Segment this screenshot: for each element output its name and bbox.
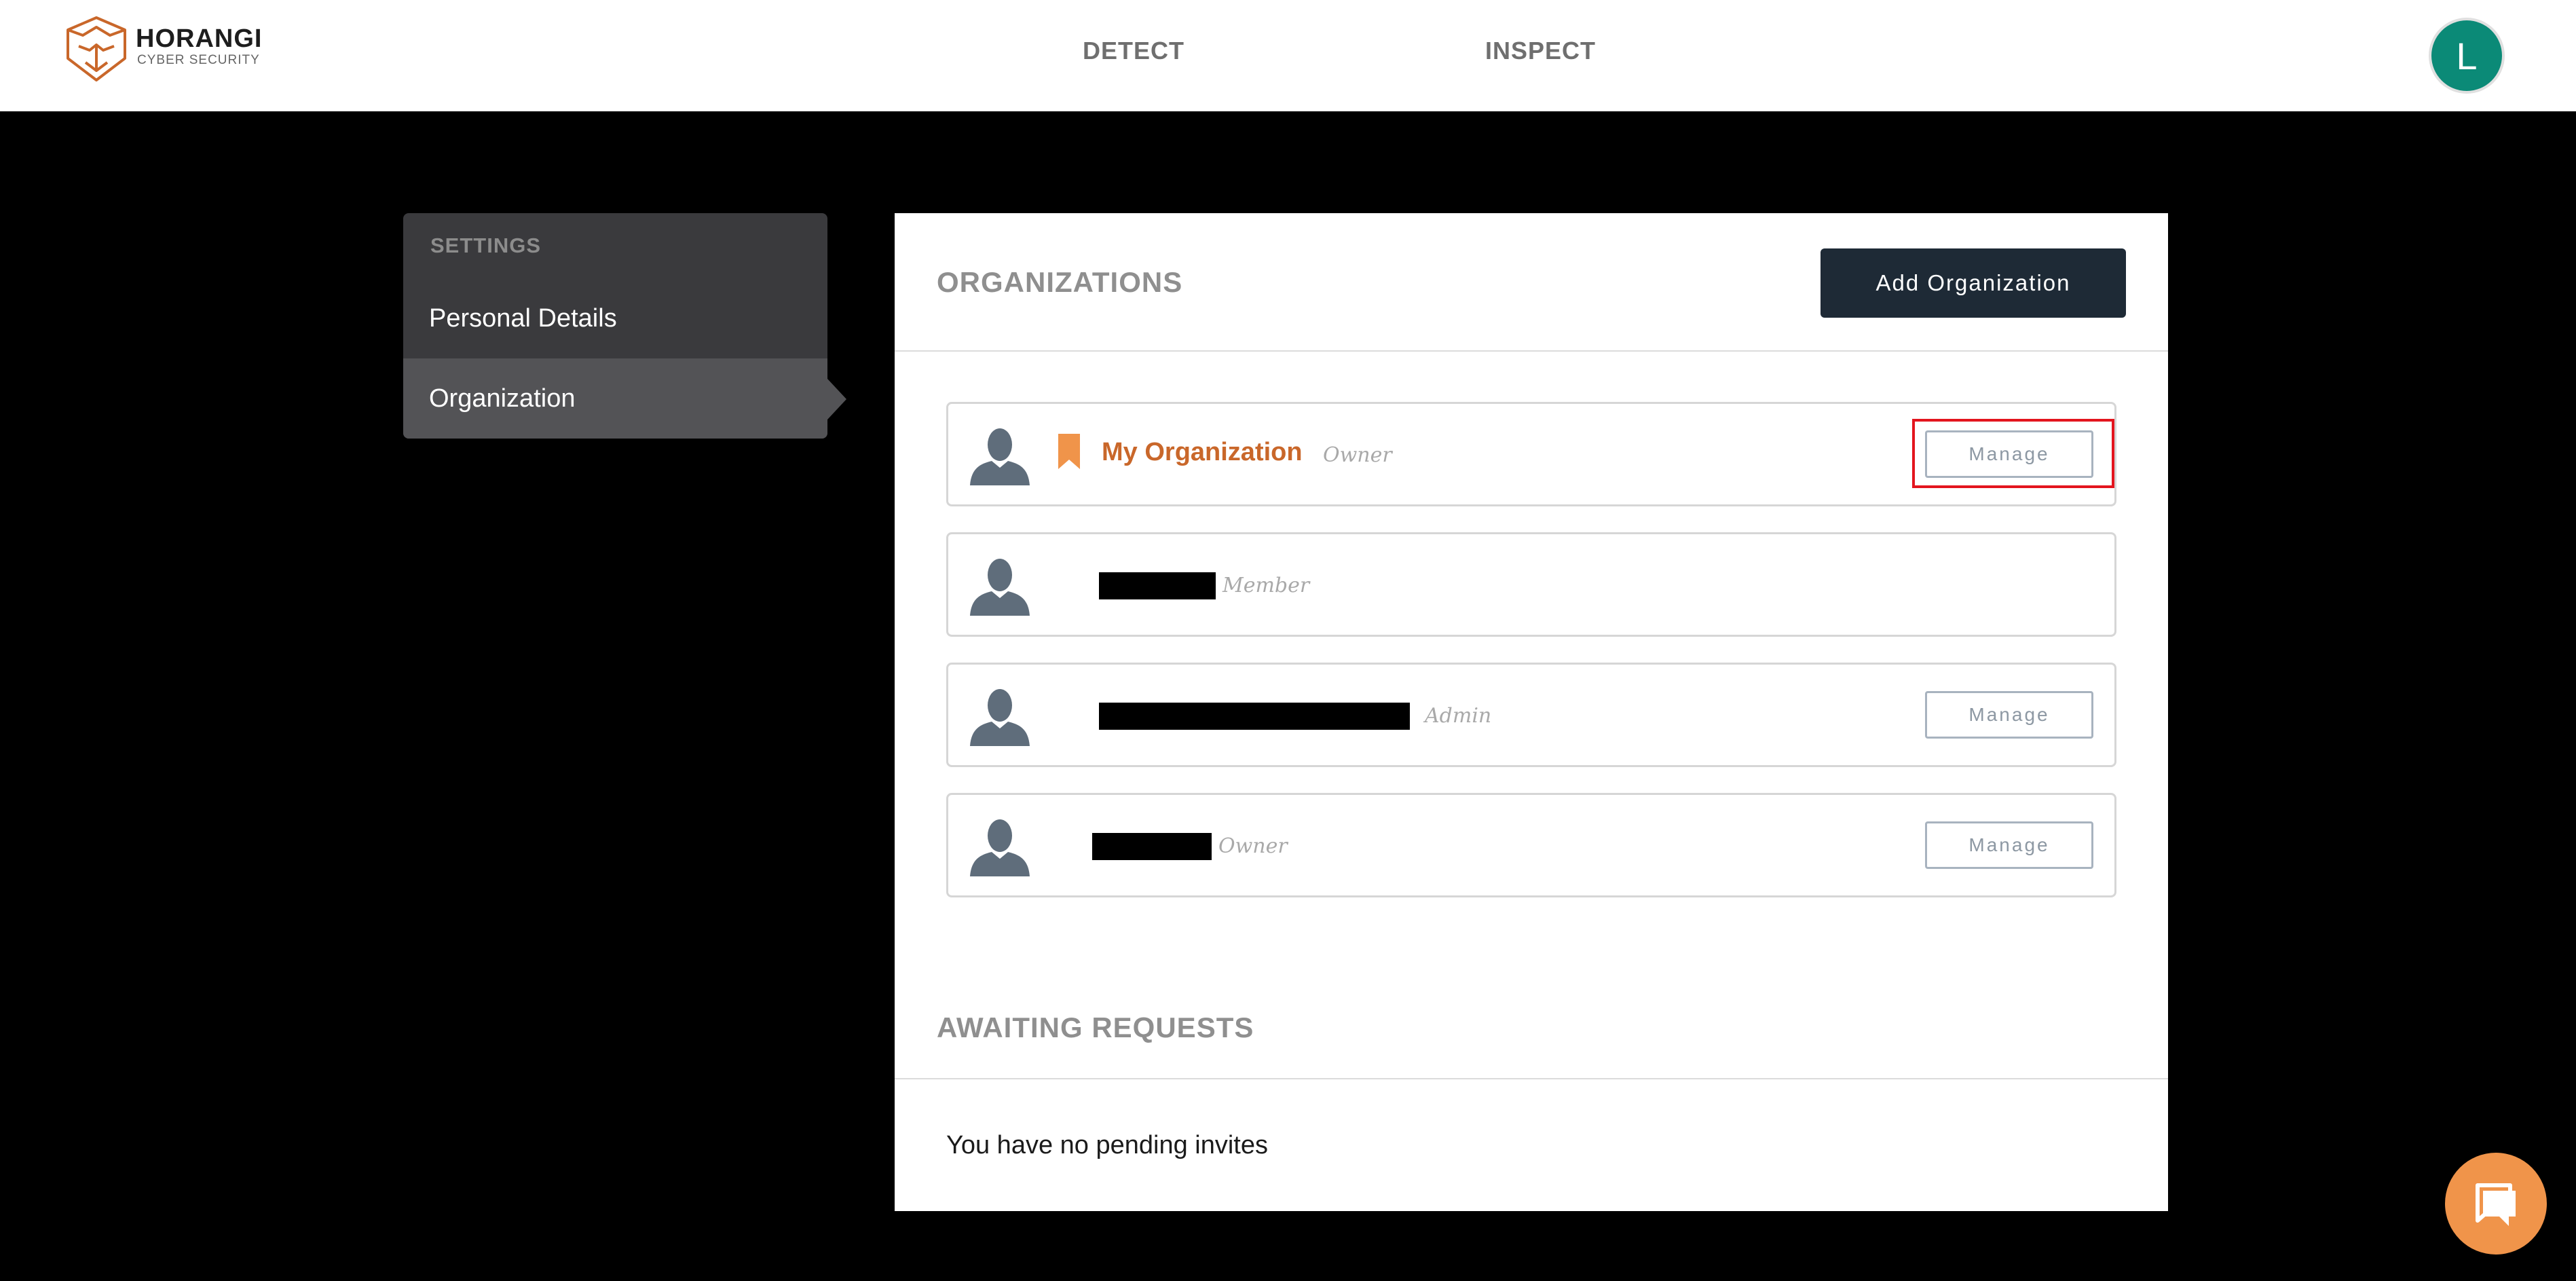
main-panel: ORGANIZATIONS Add Organization My Organi… <box>895 213 2168 1211</box>
highlight-box <box>1912 419 2114 488</box>
brand-name: HORANGI <box>136 24 263 53</box>
org-role: Owner <box>1218 834 1288 858</box>
person-icon <box>970 689 1030 746</box>
org-role: Admin <box>1425 704 1492 728</box>
person-icon <box>970 819 1030 876</box>
user-avatar[interactable]: L <box>2431 20 2502 91</box>
manage-button[interactable]: Manage <box>1925 821 2093 869</box>
org-row: Admin Manage <box>946 663 2116 767</box>
brand-tagline: CYBER SECURITY <box>137 53 260 67</box>
sidebar-item-label: Personal Details <box>429 303 617 333</box>
add-organization-button[interactable]: Add Organization <box>1821 248 2126 318</box>
chat-icon <box>2476 1183 2516 1226</box>
manage-button[interactable]: Manage <box>1925 691 2093 739</box>
nav-detect[interactable]: DETECT <box>1083 37 1184 65</box>
chat-button[interactable] <box>2445 1153 2547 1255</box>
section-divider <box>895 350 2168 352</box>
redacted-org-name <box>1099 572 1216 599</box>
awaiting-requests-title: AWAITING REQUESTS <box>937 1011 1254 1043</box>
no-invites-message: You have no pending invites <box>946 1131 1268 1159</box>
section-divider <box>895 1078 2168 1079</box>
brand-logo[interactable]: HORANGI CYBER SECURITY <box>62 15 261 83</box>
sidebar-item-organization[interactable]: Organization <box>403 358 827 439</box>
org-row: Owner Manage <box>946 793 2116 897</box>
redacted-org-name <box>1099 703 1410 730</box>
org-row: My Organization Owner Manage <box>946 402 2116 506</box>
tiger-logo-icon <box>67 16 126 81</box>
organizations-title: ORGANIZATIONS <box>937 266 1183 298</box>
sidebar-item-label: Organization <box>429 384 576 413</box>
settings-sidebar: SETTINGS Personal Details Organization <box>403 213 827 439</box>
active-indicator-arrow <box>827 379 846 420</box>
org-row: Member <box>946 532 2116 637</box>
avatar-initial: L <box>2456 34 2478 77</box>
bookmark-icon <box>1058 434 1080 469</box>
person-icon <box>970 559 1030 616</box>
sidebar-heading: SETTINGS <box>430 234 542 257</box>
org-role: Owner <box>1323 443 1392 467</box>
org-role: Member <box>1222 574 1310 597</box>
top-navbar: HORANGI CYBER SECURITY DETECT INSPECT L <box>0 0 2576 111</box>
redacted-org-name <box>1092 833 1212 860</box>
org-name[interactable]: My Organization <box>1102 438 1303 467</box>
nav-inspect[interactable]: INSPECT <box>1485 37 1596 65</box>
person-icon <box>970 428 1030 485</box>
sidebar-item-personal-details[interactable]: Personal Details <box>403 278 827 358</box>
